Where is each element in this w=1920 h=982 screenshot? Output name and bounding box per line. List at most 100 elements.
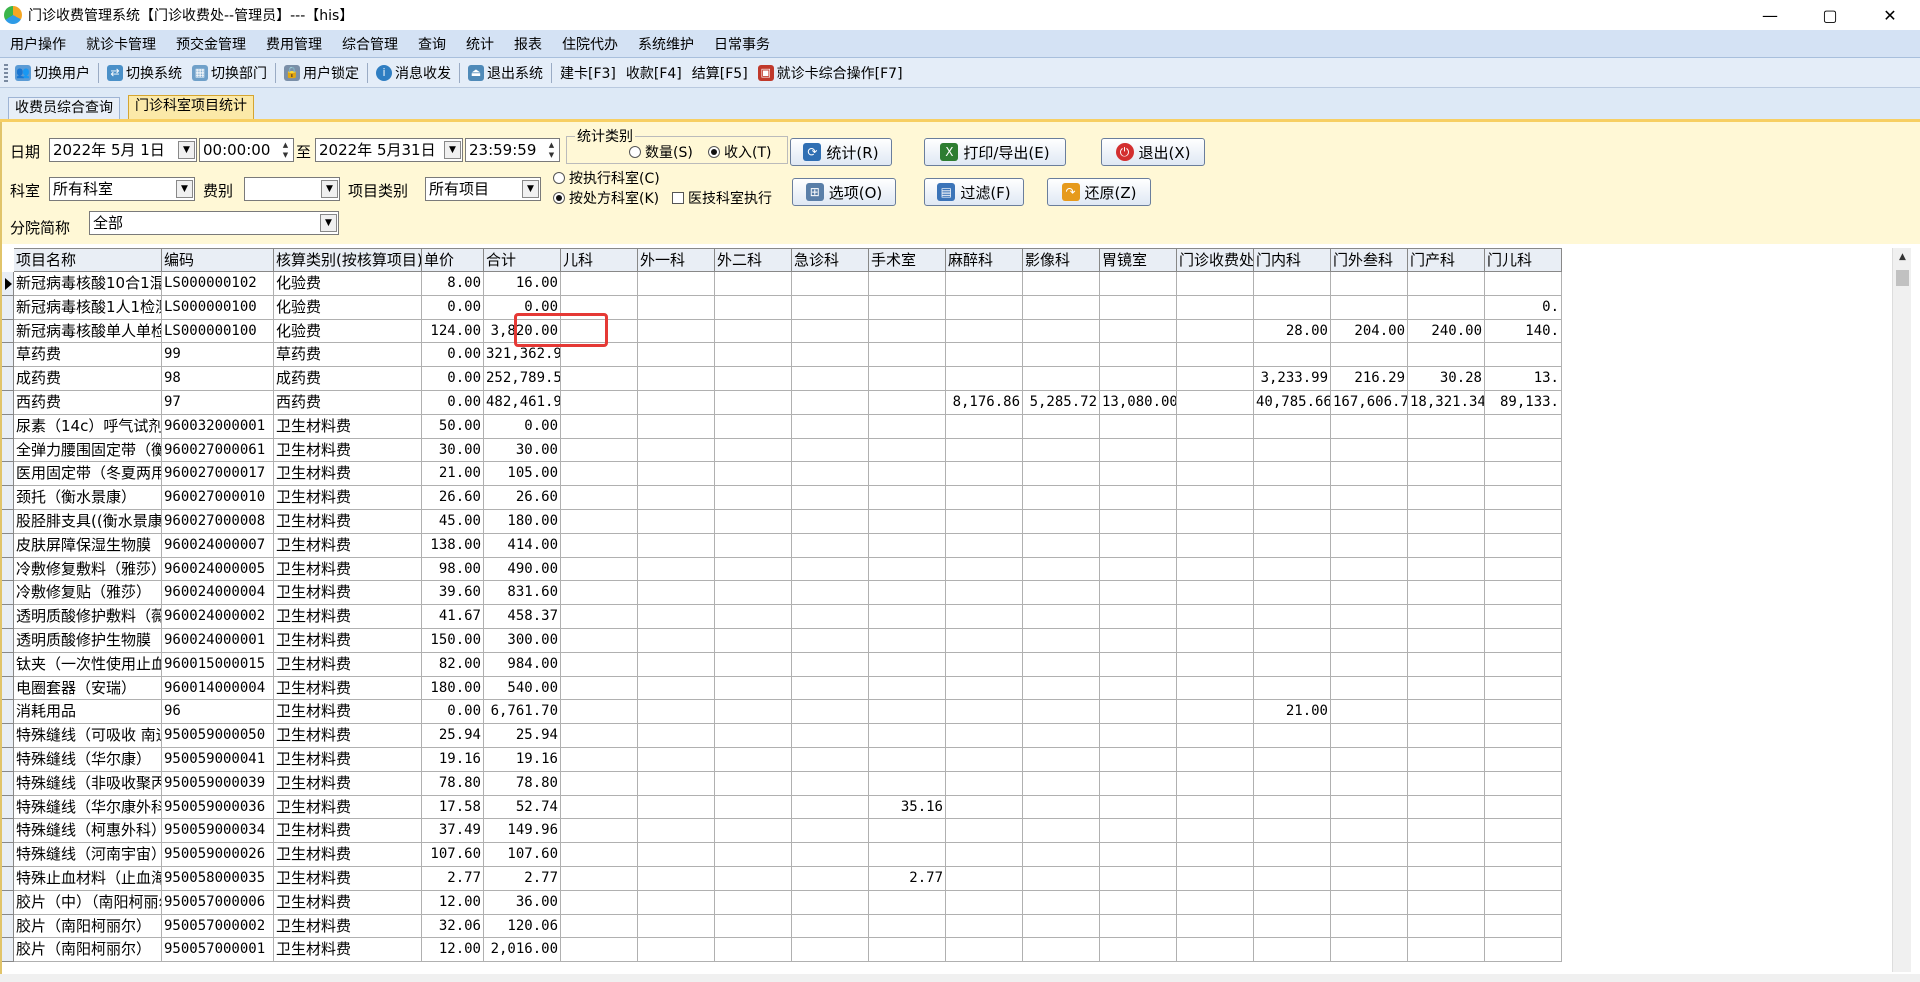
cell-anesthesia[interactable] bbox=[946, 771, 1023, 796]
column-header-obstetrics[interactable]: 门产科 bbox=[1408, 249, 1485, 271]
scroll-thumb[interactable] bbox=[1896, 270, 1909, 286]
cell-pediatrics[interactable] bbox=[561, 605, 638, 629]
cell-operating-room[interactable] bbox=[869, 414, 946, 439]
row-indicator[interactable] bbox=[2, 581, 14, 606]
cell-total[interactable]: 321,362.92 bbox=[484, 343, 561, 368]
cell-imaging[interactable] bbox=[1023, 938, 1100, 963]
settlement-button[interactable]: 结算[F5] bbox=[687, 63, 753, 83]
cell-item-code[interactable]: 960024000005 bbox=[162, 557, 274, 582]
cell-surgery-2[interactable] bbox=[715, 795, 792, 820]
cell-gastroscopy[interactable] bbox=[1100, 747, 1177, 772]
cell-imaging[interactable]: 5,285.72 bbox=[1023, 390, 1100, 415]
cell-operating-room[interactable] bbox=[869, 819, 946, 844]
cell-unit-price[interactable]: 138.00 bbox=[422, 533, 484, 558]
cell-pediatrics[interactable] bbox=[561, 843, 638, 867]
cell-obstetrics[interactable] bbox=[1408, 438, 1485, 463]
cell-emergency[interactable] bbox=[792, 771, 869, 796]
cell-pediatric-outpatient[interactable] bbox=[1485, 605, 1562, 629]
column-header-accounting-category[interactable]: 核算类别(按核算项目) bbox=[274, 249, 422, 271]
start-time-spinner[interactable]: 00:00:00 ▲ ▼ bbox=[199, 138, 294, 162]
cell-obstetrics[interactable]: 240.00 bbox=[1408, 319, 1485, 344]
cell-pediatrics[interactable] bbox=[561, 724, 638, 748]
cell-obstetrics[interactable] bbox=[1408, 272, 1485, 296]
cell-pediatric-outpatient[interactable] bbox=[1485, 462, 1562, 487]
cell-imaging[interactable] bbox=[1023, 652, 1100, 677]
cell-item-name[interactable]: 特殊缝线（华尔康） bbox=[14, 747, 162, 772]
cell-anesthesia[interactable] bbox=[946, 486, 1023, 510]
cell-operating-room[interactable] bbox=[869, 557, 946, 582]
table-row[interactable]: 消耗用品 96 卫生材料费 0.00 6,761.70 21.00 bbox=[2, 700, 1882, 725]
cell-anesthesia[interactable] bbox=[946, 700, 1023, 725]
table-row[interactable]: 新冠病毒核酸10合1混采LS000000102化验费8.0016.00 bbox=[2, 272, 1882, 296]
cell-obstetrics[interactable]: 18,321.34 bbox=[1408, 390, 1485, 415]
column-header-item-name[interactable]: 项目名称 bbox=[14, 249, 162, 271]
cell-gastroscopy[interactable] bbox=[1100, 438, 1177, 463]
table-row[interactable]: 特殊缝线（河南宇宙） 950059000026 卫生材料费 107.60 107.60 bbox=[2, 843, 1882, 867]
cell-total[interactable]: 0.00 bbox=[484, 295, 561, 320]
cell-pediatrics[interactable] bbox=[561, 819, 638, 844]
cell-total[interactable]: 490.00 bbox=[484, 557, 561, 582]
end-time-spinner[interactable]: 23:59:59 ▲ ▼ bbox=[465, 138, 560, 162]
cell-item-code[interactable]: 950059000036 bbox=[162, 795, 274, 820]
cell-operating-room[interactable] bbox=[869, 938, 946, 963]
cell-outpatient-cashier[interactable] bbox=[1177, 866, 1254, 891]
cell-surgery-1[interactable] bbox=[638, 533, 715, 558]
chevron-down-icon[interactable]: ▼ bbox=[444, 141, 461, 159]
cell-imaging[interactable] bbox=[1023, 343, 1100, 368]
cell-imaging[interactable] bbox=[1023, 272, 1100, 296]
cell-total[interactable]: 3,820.00 bbox=[484, 319, 561, 344]
cell-pediatrics[interactable] bbox=[561, 462, 638, 487]
cell-total[interactable]: 300.00 bbox=[484, 628, 561, 653]
cell-obstetrics[interactable] bbox=[1408, 771, 1485, 796]
row-indicator[interactable] bbox=[2, 343, 14, 368]
cell-accounting-category[interactable]: 卫生材料费 bbox=[274, 676, 422, 701]
fee-type-select[interactable]: ▼ bbox=[244, 177, 340, 201]
cell-item-code[interactable]: 950057000001 bbox=[162, 938, 274, 963]
cell-gastroscopy[interactable] bbox=[1100, 819, 1177, 844]
cell-surgery-2[interactable] bbox=[715, 581, 792, 606]
cell-surgery-2[interactable] bbox=[715, 319, 792, 344]
cell-item-name[interactable]: 胶片（南阳柯丽尔） bbox=[14, 914, 162, 939]
cell-total[interactable]: 2,016.00 bbox=[484, 938, 561, 963]
cell-anesthesia[interactable] bbox=[946, 414, 1023, 439]
cell-surgery-2[interactable] bbox=[715, 343, 792, 368]
chevron-down-icon[interactable]: ▼ bbox=[178, 141, 195, 159]
cell-item-code[interactable]: LS000000100 bbox=[162, 295, 274, 320]
cell-pediatrics[interactable] bbox=[561, 866, 638, 891]
cell-obstetrics[interactable] bbox=[1408, 605, 1485, 629]
cell-outpatient-cashier[interactable] bbox=[1177, 771, 1254, 796]
cell-unit-price[interactable]: 8.00 bbox=[422, 272, 484, 296]
menu-reports[interactable]: 报表 bbox=[504, 34, 552, 54]
column-header-surgery-1[interactable]: 外一科 bbox=[638, 249, 715, 271]
cell-item-code[interactable]: 960024000007 bbox=[162, 533, 274, 558]
cell-item-name[interactable]: 透明质酸修护敷料（薇） bbox=[14, 605, 162, 629]
cell-pediatric-outpatient[interactable] bbox=[1485, 914, 1562, 939]
cell-outpatient-cashier[interactable] bbox=[1177, 700, 1254, 725]
cell-operating-room[interactable] bbox=[869, 747, 946, 772]
item-type-select[interactable]: 所有项目 ▼ bbox=[425, 177, 541, 201]
table-row[interactable]: 医用固定带（冬夏两用）960027000017卫生材料费21.00105.00 bbox=[2, 462, 1882, 487]
cell-anesthesia[interactable]: 8,176.86 bbox=[946, 390, 1023, 415]
cell-outpatient-cashier[interactable] bbox=[1177, 819, 1254, 844]
cell-obstetrics[interactable] bbox=[1408, 628, 1485, 653]
table-row[interactable]: 新冠病毒核酸1人1检测 LS000000100 化验费 0.00 0.00 0. bbox=[2, 295, 1882, 320]
cell-pediatric-outpatient[interactable]: 89,133. bbox=[1485, 390, 1562, 415]
cell-operating-room[interactable] bbox=[869, 509, 946, 534]
cell-surgery-2[interactable] bbox=[715, 486, 792, 510]
cell-anesthesia[interactable] bbox=[946, 724, 1023, 748]
cell-total[interactable]: 149.96 bbox=[484, 819, 561, 844]
cell-pediatrics[interactable] bbox=[561, 438, 638, 463]
cell-internal-medicine[interactable]: 3,233.99 bbox=[1254, 367, 1331, 391]
cell-gastroscopy[interactable] bbox=[1100, 319, 1177, 344]
cell-surgery-2[interactable] bbox=[715, 890, 792, 915]
column-header-total[interactable]: 合计 bbox=[484, 249, 561, 271]
row-indicator[interactable] bbox=[2, 819, 14, 844]
cell-emergency[interactable] bbox=[792, 390, 869, 415]
cell-accounting-category[interactable]: 卫生材料费 bbox=[274, 771, 422, 796]
cell-emergency[interactable] bbox=[792, 533, 869, 558]
column-header-outpatient-cashier[interactable]: 门诊收费处 bbox=[1177, 249, 1254, 271]
cell-internal-medicine[interactable] bbox=[1254, 509, 1331, 534]
cell-emergency[interactable] bbox=[792, 795, 869, 820]
cell-emergency[interactable] bbox=[792, 343, 869, 368]
cell-gastroscopy[interactable] bbox=[1100, 486, 1177, 510]
